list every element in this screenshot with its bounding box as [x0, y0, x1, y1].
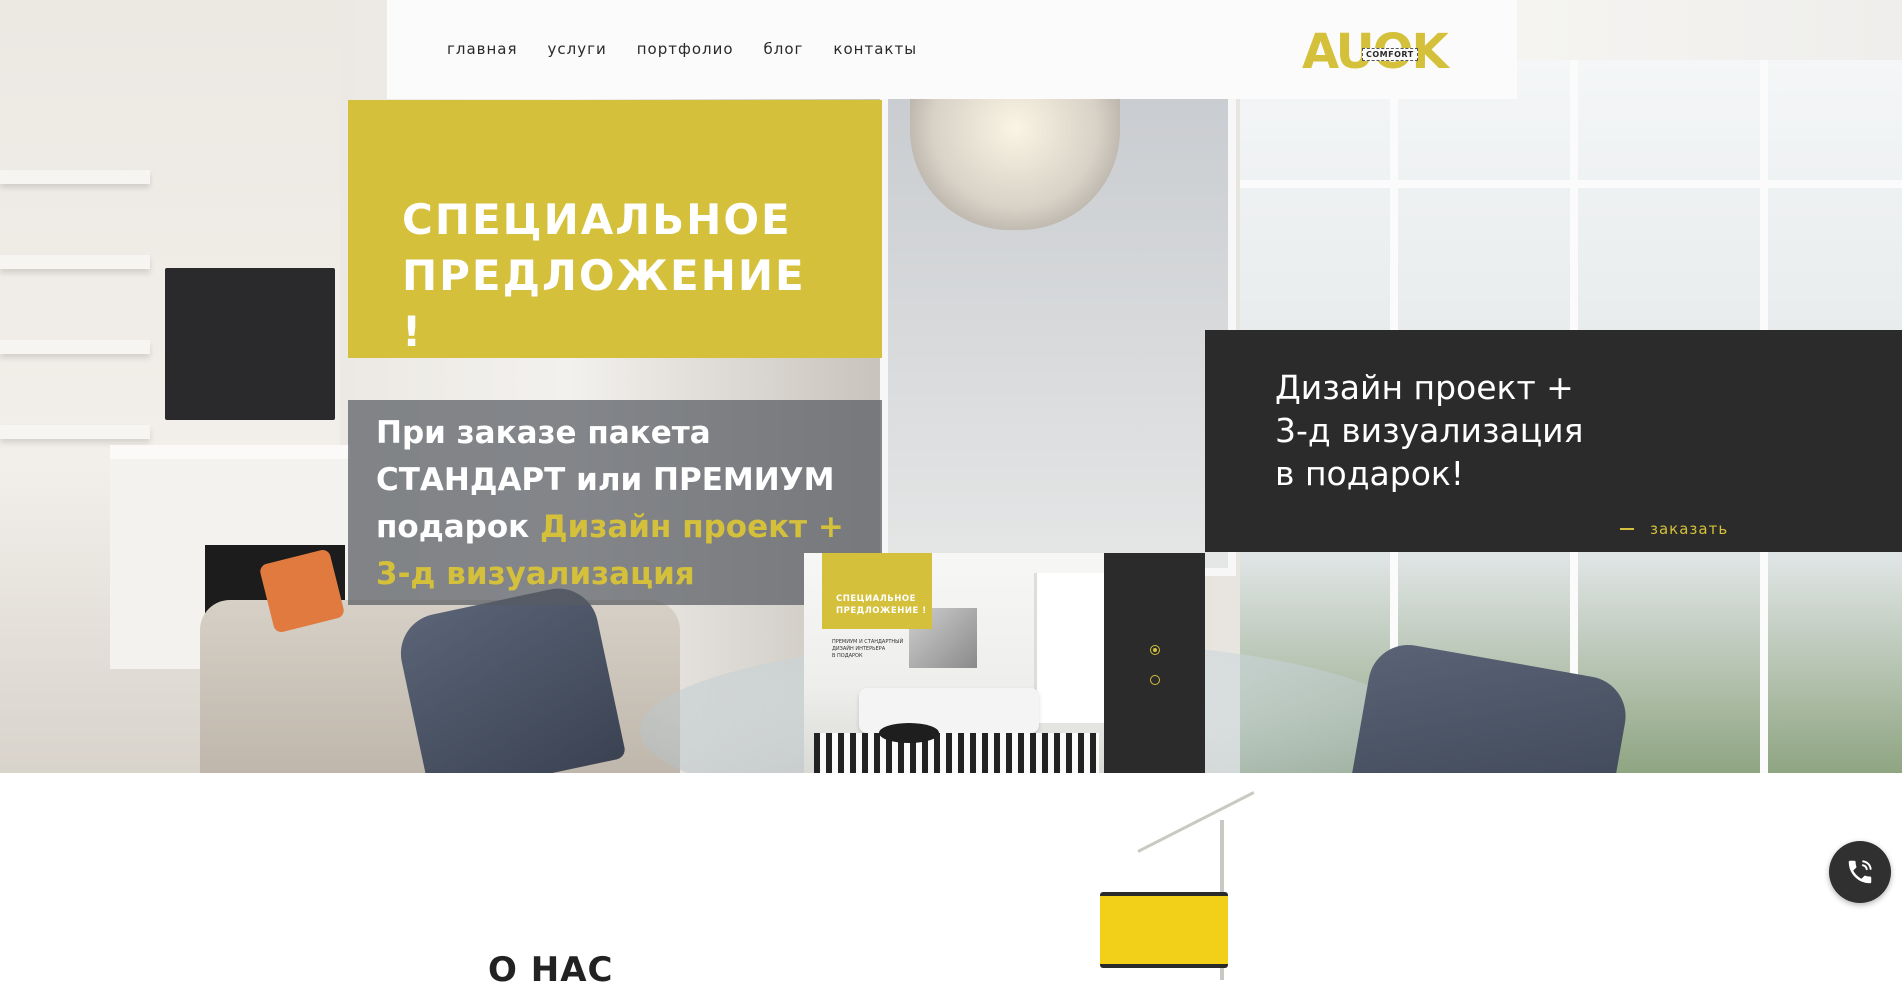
offer-text: Дизайн проект + 3-д визуализация в подар… [1275, 366, 1695, 495]
logo[interactable]: AUOK COMFORT [1302, 24, 1462, 80]
thumbnail-tag: СПЕЦИАЛЬНОЕ ПРЕДЛОЖЕНИЕ ! [822, 553, 932, 629]
nav-item-contacts[interactable]: контакты [833, 40, 917, 58]
offer-line: Дизайн проект + [1275, 368, 1574, 407]
dash-icon [1620, 528, 1634, 530]
nav-item-home[interactable]: главная [447, 40, 518, 58]
lamp-shade [1100, 892, 1228, 968]
top-navbar: главная услуги портфолио блог контакты A… [387, 0, 1517, 99]
hero-banner: СПЕЦИАЛЬНОЕ ПРЕДЛОЖЕНИЕ ! При заказе пак… [0, 0, 1902, 773]
lamp-arm [1137, 791, 1255, 853]
thumbnail-rug [814, 733, 1099, 773]
nav-item-blog[interactable]: блог [764, 40, 804, 58]
thumbnail-caption: ПРЕМИУМ И СТАНДАРТНЫЙ ДИЗАЙН ИНТЕРЬЕРА В… [832, 639, 922, 660]
hero-background-shelf [0, 340, 150, 354]
hero-background-shelf [0, 170, 150, 184]
nav-item-services[interactable]: услуги [548, 40, 607, 58]
order-button[interactable]: заказать [1620, 520, 1728, 538]
hero-background-shelf [0, 425, 150, 439]
call-button[interactable] [1829, 841, 1891, 903]
hero-background-shelf [0, 255, 150, 269]
phone-icon [1848, 860, 1872, 884]
order-button-label: заказать [1650, 520, 1729, 538]
slide-thumbnail[interactable]: СПЕЦИАЛЬНОЕ ПРЕДЛОЖЕНИЕ ! ПРЕМИУМ И СТАН… [804, 553, 1104, 773]
promo-title: СПЕЦИАЛЬНОЕ ПРЕДЛОЖЕНИЕ ! [402, 195, 806, 356]
thumbnail-tag-line: СПЕЦИАЛЬНОЕ [836, 594, 916, 604]
slider-dot[interactable] [1150, 675, 1160, 685]
thumbnail-caption-line: ДИЗАЙН ИНТЕРЬЕРА [832, 646, 886, 652]
promo-description-panel: При заказе пакета СТАНДАРТ или ПРЕМИУМ п… [348, 400, 882, 605]
slider-dot[interactable] [1150, 645, 1160, 655]
offer-line: в подарок! [1275, 454, 1465, 493]
main-menu: главная услуги портфолио блог контакты [447, 40, 947, 58]
hero-background-tv [165, 268, 335, 420]
thumbnail-tag-line: ПРЕДЛОЖЕНИЕ ! [836, 606, 927, 616]
slider-pagination [1104, 553, 1205, 773]
thumbnail-caption-line: В ПОДАРОК [832, 653, 863, 659]
nav-item-portfolio[interactable]: портфолио [637, 40, 734, 58]
thumbnail-tag-text: СПЕЦИАЛЬНОЕ ПРЕДЛОЖЕНИЕ ! [836, 593, 927, 617]
logo-subtitle: COMFORT [1362, 48, 1418, 61]
window-mullion [1240, 180, 1902, 188]
thumbnail-window [1034, 573, 1104, 723]
lamp-image [1090, 791, 1350, 980]
thumbnail-table [879, 723, 939, 743]
offer-line: 3-д визуализация [1275, 411, 1584, 450]
offer-panel: Дизайн проект + 3-д визуализация в подар… [1205, 330, 1902, 552]
promo-description: При заказе пакета СТАНДАРТ или ПРЕМИУМ п… [376, 410, 876, 598]
promo-title-panel: СПЕЦИАЛЬНОЕ ПРЕДЛОЖЕНИЕ ! [348, 100, 882, 358]
thumbnail-caption-line: ПРЕМИУМ И СТАНДАРТНЫЙ [832, 639, 904, 645]
about-heading: О НАС [488, 950, 614, 990]
